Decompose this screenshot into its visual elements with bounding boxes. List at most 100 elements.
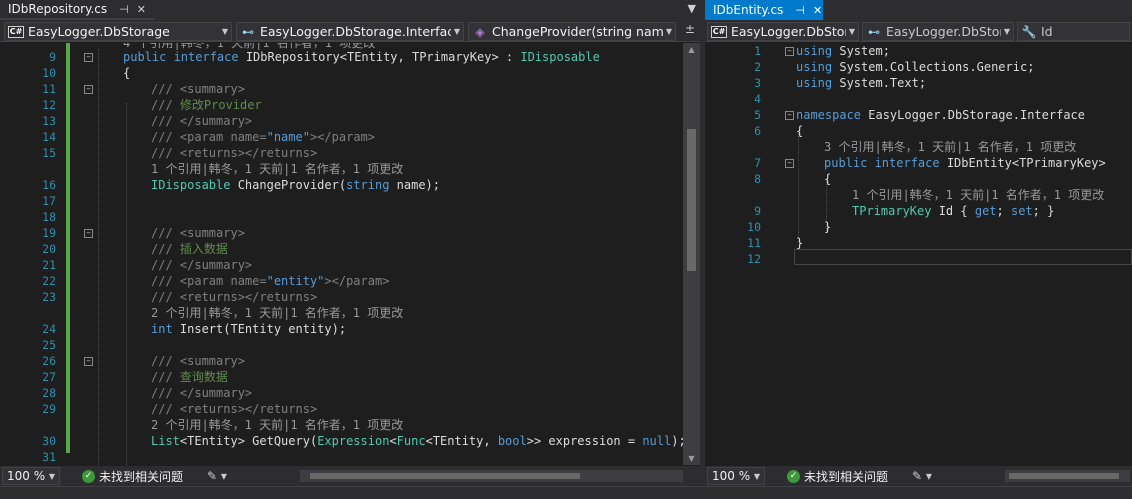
- member-dropdown-label: Id: [1041, 24, 1053, 39]
- project-dropdown[interactable]: C# EasyLogger.DbStorage ▼: [4, 22, 232, 41]
- line-number: 3: [754, 76, 761, 90]
- line-number: 30: [42, 434, 56, 448]
- type-dropdown[interactable]: ⊷ EasyLogger.DbStorage.Interface.I ▼: [236, 22, 464, 41]
- code-line: 9 TPrimaryKey Id { get; set; }: [705, 203, 1132, 219]
- issues-label: 未找到相关问题: [804, 469, 889, 484]
- code-line: 19−/// <summary>: [0, 225, 700, 241]
- collapse-icon[interactable]: −: [84, 53, 93, 62]
- right-horizontal-scrollbar[interactable]: [1005, 470, 1130, 482]
- close-icon[interactable]: ✕: [813, 4, 822, 17]
- code-cleanup-icon[interactable]: ✎ ▾: [912, 469, 932, 483]
- code-line: 16 IDisposable ChangeProvider(string name…: [0, 177, 700, 193]
- left-horizontal-scrollbar[interactable]: [300, 470, 683, 482]
- zoom-dropdown[interactable]: 100 % ▼: [707, 467, 765, 485]
- code-line: 18: [0, 209, 700, 225]
- line-number: 25: [42, 338, 56, 352]
- line-number: 13: [42, 114, 56, 128]
- scroll-up-icon[interactable]: ▲: [683, 45, 700, 54]
- type-dropdown-label: EasyLogger.DbStora: [886, 24, 1001, 39]
- collapse-icon[interactable]: −: [785, 111, 794, 120]
- scrollbar-thumb[interactable]: [687, 129, 696, 271]
- chevron-down-icon: ▼: [221, 27, 229, 36]
- project-dropdown-label: EasyLogger.DbStora: [731, 24, 846, 39]
- chevron-down-icon: ▼: [665, 27, 673, 36]
- line-number: 2: [754, 60, 761, 74]
- code-line: 9− public interface IDbRepository<TEntity…: [0, 49, 700, 65]
- zoom-label: 100 %: [712, 469, 751, 483]
- zoom-dropdown[interactable]: 100 % ▼: [2, 467, 60, 485]
- line-number: 23: [42, 290, 56, 304]
- split-window-icon[interactable]: ±: [682, 22, 698, 40]
- chevron-down-icon: ▼: [848, 27, 856, 36]
- line-number: 21: [42, 258, 56, 272]
- code-lens[interactable]: 1 个引用|韩冬，1 天前|1 名作者，1 项更改: [705, 187, 1132, 203]
- code-line: 13/// </summary>: [0, 113, 700, 129]
- line-number: 17: [42, 194, 56, 208]
- line-number: 26: [42, 354, 56, 368]
- code-lens[interactable]: 1 个引用|韩冬，1 天前|1 名作者，1 项更改: [0, 161, 700, 177]
- code-line: 11}: [705, 235, 1132, 251]
- code-line: 4: [705, 91, 1132, 107]
- line-number: 5: [754, 108, 761, 122]
- line-number: 10: [42, 66, 56, 80]
- code-cleanup-icon[interactable]: ✎ ▾: [207, 469, 227, 483]
- chevron-down-icon: ▼: [1003, 27, 1011, 36]
- collapse-icon[interactable]: −: [84, 229, 93, 238]
- project-dropdown-label: EasyLogger.DbStorage: [28, 24, 170, 39]
- collapse-icon[interactable]: −: [84, 85, 93, 94]
- scroll-down-icon[interactable]: ▼: [683, 454, 700, 463]
- csharp-project-icon: C#: [711, 25, 727, 38]
- tab-idbrepository[interactable]: IDbRepository.cs ⊣ ✕: [0, 0, 154, 20]
- check-icon: ✓: [82, 469, 95, 483]
- left-editor-pane: IDbRepository.cs ⊣ ✕ ▼ C# EasyLogger.DbS…: [0, 0, 700, 499]
- right-editor-pane: IDbEntity.cs ⊣ ✕ C# EasyLogger.DbStora ▼…: [705, 0, 1132, 499]
- left-vertical-scrollbar[interactable]: ▲ ▼: [683, 43, 700, 465]
- code-line: 11−/// <summary>: [0, 81, 700, 97]
- code-line: 1− using System;: [705, 43, 1132, 59]
- csharp-project-icon: C#: [8, 25, 24, 38]
- code-line: 10{: [0, 65, 700, 81]
- line-number: 18: [42, 210, 56, 224]
- check-icon: ✓: [787, 469, 800, 483]
- pin-icon[interactable]: ⊣: [795, 4, 805, 17]
- line-number: 11: [42, 82, 56, 96]
- collapse-icon[interactable]: −: [84, 357, 93, 366]
- line-number: 15: [42, 146, 56, 160]
- tab-overflow-icon[interactable]: ▼: [688, 2, 696, 15]
- line-number: 16: [42, 178, 56, 192]
- type-dropdown-label: EasyLogger.DbStorage.Interface.I: [260, 24, 451, 39]
- left-code-editor[interactable]: 4 个引用|韩冬，1 天前|1 名作者，1 项更改 9− public inter…: [0, 43, 700, 465]
- line-number: 12: [42, 98, 56, 112]
- zoom-label: 100 %: [7, 469, 46, 483]
- scrollbar-thumb[interactable]: [310, 473, 580, 479]
- line-number: 1: [754, 44, 761, 58]
- code-lens[interactable]: 2 个引用|韩冬，1 天前|1 名作者，1 项更改: [0, 417, 700, 433]
- code-line: 21/// </summary>: [0, 257, 700, 273]
- left-status-row: 100 % ▼ ✓ 未找到相关问题 ✎ ▾: [0, 466, 700, 486]
- line-number: 9: [754, 204, 761, 218]
- right-status-row: 100 % ▼ ✓ 未找到相关问题 ✎ ▾: [705, 466, 1132, 486]
- issues-indicator[interactable]: ✓ 未找到相关问题: [82, 468, 183, 485]
- collapse-icon[interactable]: −: [785, 159, 794, 168]
- tab-title: IDbRepository.cs: [8, 2, 108, 16]
- wrench-property-icon: 🔧: [1021, 24, 1037, 39]
- close-icon[interactable]: ✕: [137, 3, 146, 16]
- code-line: 24 int Insert(TEntity entity);: [0, 321, 700, 337]
- collapse-icon[interactable]: −: [785, 47, 794, 56]
- type-dropdown[interactable]: ⊷ EasyLogger.DbStora ▼: [862, 22, 1014, 41]
- code-lens[interactable]: 3 个引用|韩冬，1 天前|1 名作者，1 项更改: [705, 139, 1132, 155]
- issues-indicator[interactable]: ✓ 未找到相关问题: [787, 468, 888, 485]
- member-dropdown[interactable]: 🔧 Id: [1017, 22, 1130, 41]
- line-number: 9: [49, 50, 56, 64]
- tab-idbentity[interactable]: IDbEntity.cs ⊣ ✕: [705, 0, 823, 20]
- code-line: 5− namespace EasyLogger.DbStorage.Interfa…: [705, 107, 1132, 123]
- code-line: 12/// 修改Provider: [0, 97, 700, 113]
- project-dropdown[interactable]: C# EasyLogger.DbStora ▼: [707, 22, 859, 41]
- right-code-editor[interactable]: 1− using System; 2 using System.Collection…: [705, 43, 1132, 465]
- bottom-panel-edge: [0, 486, 1132, 499]
- code-line: 7− public interface IDbEntity<TPrimaryKey…: [705, 155, 1132, 171]
- member-dropdown[interactable]: ◈ ChangeProvider(string name) ▼: [468, 22, 676, 41]
- pin-icon[interactable]: ⊣: [119, 3, 129, 16]
- code-lens[interactable]: 2 个引用|韩冬，1 天前|1 名作者，1 项更改: [0, 305, 700, 321]
- scrollbar-thumb[interactable]: [1009, 473, 1119, 479]
